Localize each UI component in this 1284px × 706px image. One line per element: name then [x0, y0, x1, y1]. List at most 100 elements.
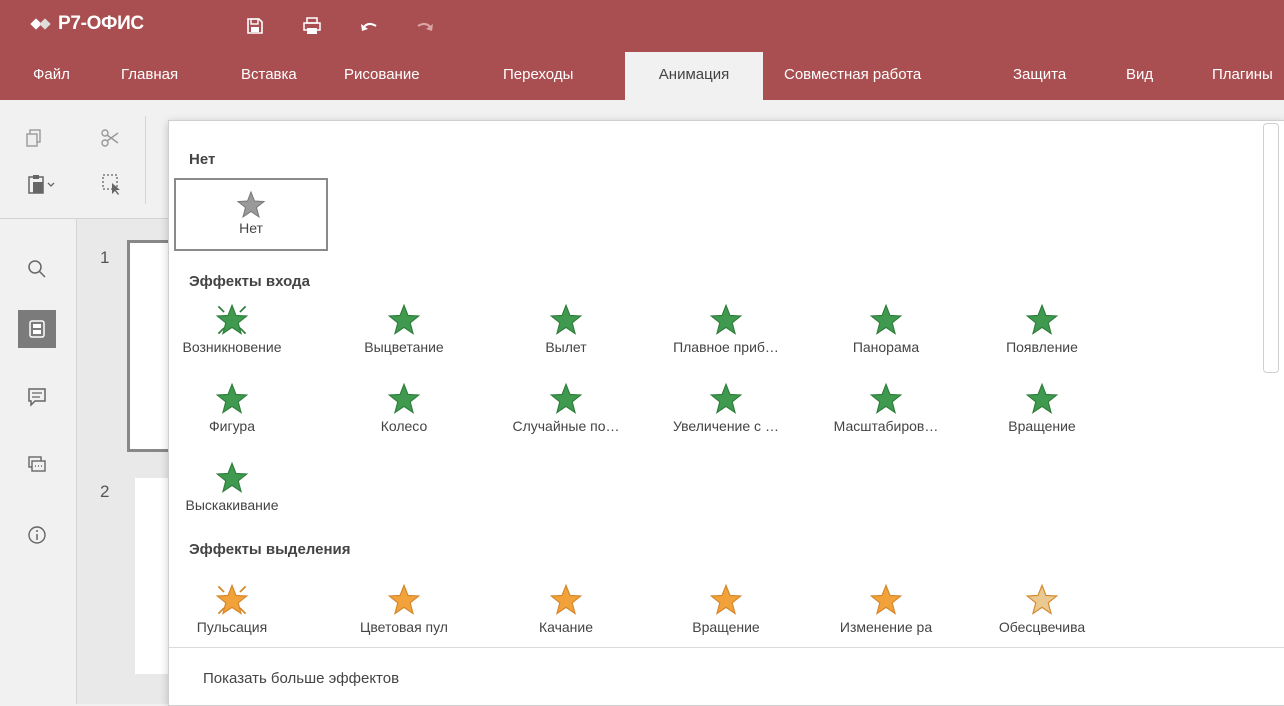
star-wheel-icon: [387, 382, 421, 414]
effect-tile[interactable]: Возникновение: [169, 303, 307, 363]
star-fly-in-icon: [549, 303, 583, 335]
effect-label: Плавное приб…: [673, 339, 779, 355]
tab-transitions[interactable]: Переходы: [503, 52, 573, 100]
star-burst-icon: [215, 303, 249, 335]
logo-diamonds-icon: [30, 18, 51, 30]
effect-label: Изменение ра: [839, 619, 933, 635]
star-teeter-icon: [549, 583, 583, 615]
tab-draw[interactable]: Рисование: [344, 52, 420, 100]
star-grow-shrink-icon: [869, 583, 903, 615]
effect-tile[interactable]: Выскакивание: [169, 461, 307, 521]
effect-label: Панорама: [852, 339, 920, 355]
star-pulse-icon: [215, 583, 249, 615]
thumbnails-icon[interactable]: [18, 310, 56, 348]
star-color-pulse-icon: [387, 583, 421, 615]
effect-label: Вылет: [545, 339, 587, 355]
effect-tile[interactable]: Изменение ра: [811, 583, 961, 639]
effect-label: Увеличение с …: [673, 418, 779, 434]
effect-label: Масштабиров…: [833, 418, 939, 434]
chat-icon[interactable]: [18, 446, 56, 484]
effect-none[interactable]: Нет: [174, 178, 328, 251]
effect-label: Выцветание: [364, 339, 444, 355]
tab-protection[interactable]: Защита: [1013, 52, 1066, 100]
slide-number: 1: [100, 248, 110, 267]
effect-tile[interactable]: Вылет: [491, 303, 641, 363]
tab-plugins[interactable]: Плагины: [1212, 52, 1273, 100]
effect-label: Пульсация: [196, 619, 268, 635]
section-entrance-heading: Эффекты входа: [189, 273, 310, 290]
effect-tile[interactable]: Плавное приб…: [651, 303, 801, 363]
effect-tile[interactable]: Увеличение с …: [651, 382, 801, 442]
tab-view[interactable]: Вид: [1126, 52, 1153, 100]
star-spin-icon: [709, 583, 743, 615]
save-icon[interactable]: [243, 14, 267, 38]
paste-button[interactable]: [22, 170, 62, 198]
star-none-icon: [236, 190, 266, 219]
effect-tile[interactable]: Пульсация: [169, 583, 307, 639]
star-fade-icon: [387, 303, 421, 335]
star-split-icon: [869, 303, 903, 335]
section-none-heading: Нет: [189, 151, 216, 168]
animation-effects-dropdown: Нет Нет Эффекты входа Возникновение Выцве…: [168, 120, 1284, 706]
effect-label: Выскакивание: [185, 497, 279, 513]
undo-icon[interactable]: [357, 14, 381, 38]
select-all-icon[interactable]: [98, 170, 126, 198]
star-grow-turn-icon: [709, 382, 743, 414]
slide-thumbnail[interactable]: [135, 478, 172, 674]
effect-label: Колесо: [380, 418, 428, 434]
effect-label: Цветовая пул: [360, 619, 448, 635]
effect-label: Обесцвечива: [998, 619, 1086, 635]
comments-icon[interactable]: [18, 378, 56, 416]
effect-tile[interactable]: Фигура: [169, 382, 307, 442]
scrollbar[interactable]: [1263, 123, 1279, 373]
tab-home[interactable]: Главная: [121, 52, 178, 100]
star-desaturate-icon: [1025, 583, 1059, 615]
tab-file[interactable]: Файл: [33, 52, 70, 100]
search-icon[interactable]: [18, 250, 56, 288]
effect-label: Случайные по…: [512, 418, 620, 434]
star-shape-icon: [215, 382, 249, 414]
copy-icon[interactable]: [20, 124, 48, 152]
toolbar-divider: [145, 116, 146, 204]
effect-tile[interactable]: Вращение: [967, 382, 1117, 442]
effect-tile[interactable]: Обесцвечива: [967, 583, 1117, 639]
paste-icon: [28, 175, 55, 194]
effect-tile[interactable]: Качание: [491, 583, 641, 639]
effect-tile[interactable]: Цветовая пул: [329, 583, 479, 639]
effect-tile[interactable]: Появление: [967, 303, 1117, 363]
slide-number: 2: [100, 482, 110, 501]
effect-label: Вращение: [692, 619, 760, 635]
effect-tile[interactable]: Колесо: [329, 382, 479, 442]
title-bar: [0, 0, 1284, 52]
app-logo: Р7-ОФИС: [30, 12, 144, 36]
section-emphasis-heading: Эффекты выделения: [189, 541, 351, 558]
star-random-bars-icon: [549, 382, 583, 414]
effect-tile[interactable]: Вращение: [651, 583, 801, 639]
effect-label: Вращение: [1008, 418, 1076, 434]
redo-icon[interactable]: [413, 14, 437, 38]
tab-insert[interactable]: Вставка: [241, 52, 297, 100]
star-bounce-icon: [215, 461, 249, 493]
cut-icon[interactable]: [96, 124, 124, 152]
effect-label: Появление: [1006, 339, 1078, 355]
effect-label: Фигура: [209, 418, 255, 434]
show-more-effects-link[interactable]: Показать больше эффектов: [203, 670, 399, 687]
effect-tile[interactable]: Выцветание: [329, 303, 479, 363]
effect-label: Качание: [538, 619, 594, 635]
menu-footer: Показать больше эффектов: [169, 647, 1284, 705]
effect-tile[interactable]: Случайные по…: [491, 382, 641, 442]
print-icon[interactable]: [300, 14, 324, 38]
effect-label: Возникновение: [182, 339, 282, 355]
slide-thumbnail[interactable]: [127, 240, 172, 452]
app-logo-text: Р7-ОФИС: [58, 13, 144, 34]
effect-tile[interactable]: Масштабиров…: [811, 382, 961, 442]
tab-collaboration[interactable]: Совместная работа: [784, 52, 921, 100]
star-float-in-icon: [709, 303, 743, 335]
star-swivel-icon: [1025, 382, 1059, 414]
about-icon[interactable]: [18, 516, 56, 554]
effect-tile[interactable]: Панорама: [811, 303, 961, 363]
star-appear-icon: [1025, 303, 1059, 335]
tab-animation[interactable]: Анимация: [625, 52, 763, 100]
effect-label: Нет: [239, 220, 263, 236]
star-zoom-icon: [869, 382, 903, 414]
